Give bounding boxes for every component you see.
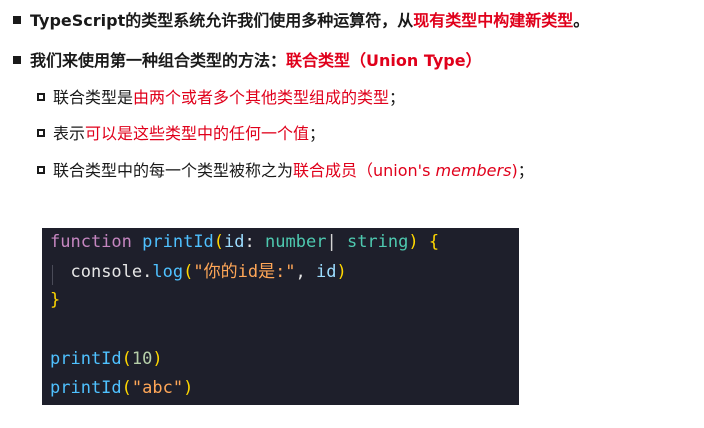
bullet-1: TypeScript的类型系统允许我们使用多种运算符，从现有类型中构建新类型。 (13, 10, 589, 32)
code-line-6: printId("abc") (50, 377, 193, 399)
code-brace-open: { (428, 232, 440, 252)
bullet-1-text: TypeScript的类型系统允许我们使用多种运算符，从 (30, 11, 414, 30)
sub-item-3-text: 联合类型中的每一个类型被称之为 (53, 161, 294, 180)
bullet-2: 我们来使用第一种组合类型的方法：联合类型（Union Type） (13, 50, 482, 72)
code-type-number: number (265, 232, 327, 252)
code-call-fn: printId (50, 349, 122, 369)
code-paren-close: ) (408, 232, 419, 252)
code-console: console (70, 262, 143, 282)
code-type-string: string (346, 232, 409, 252)
code-paren-close: ) (336, 262, 347, 282)
sub-item-1-highlight: 由两个或者多个其他类型组成的类型 (133, 88, 390, 107)
code-brace-close: } (50, 290, 61, 310)
bullet-1-highlight: 现有类型中构建新类型 (413, 11, 574, 30)
code-dot: . (142, 262, 153, 282)
code-param: id (224, 232, 245, 252)
code-arg: id (316, 262, 337, 282)
code-block: function printId(id: number| string) { c… (42, 228, 519, 405)
code-string: "你的id是:" (193, 262, 296, 282)
code-union-pipe: | (326, 232, 337, 252)
sub-item-2-text: 表示 (53, 124, 86, 143)
hollow-square-bullet-icon (37, 93, 45, 101)
code-line-3: } (50, 289, 60, 311)
hollow-square-bullet-icon (37, 129, 45, 137)
sub-item-2-highlight: 可以是这些类型中的任何一个值 (85, 124, 310, 143)
bullet-2-text: 我们来使用第一种组合类型的方法： (30, 51, 287, 70)
sub-item-3-highlight: 联合成员（union's (293, 161, 436, 180)
code-paren-open: ( (213, 232, 225, 252)
code-paren-open: ( (121, 349, 132, 369)
code-call-fn: printId (50, 378, 122, 398)
code-log-method: log (152, 262, 184, 282)
code-paren-close: ) (152, 349, 163, 369)
hollow-square-bullet-icon (37, 166, 45, 174)
code-comma: , (295, 262, 306, 282)
code-paren-close: ) (183, 378, 194, 398)
code-paren-open: ( (183, 262, 194, 282)
code-paren-open: ( (121, 378, 132, 398)
code-line-1: function printId(id: number| string) { (50, 231, 439, 253)
code-line-5: printId(10) (50, 348, 163, 370)
code-number-arg: 10 (131, 349, 153, 369)
bullet-2-highlight: 联合类型（Union Type） (286, 51, 482, 70)
sub-item-1-suffix: ； (389, 88, 406, 107)
sub-item-3-highlight-italic: members (435, 161, 512, 180)
code-keyword: function (50, 232, 132, 252)
sub-item-1-text: 联合类型是 (53, 88, 134, 107)
sub-item-1: 联合类型是由两个或者多个其他类型组成的类型； (37, 87, 405, 109)
filled-square-bullet-icon (13, 16, 21, 24)
sub-item-2: 表示可以是这些类型中的任何一个值； (37, 123, 325, 145)
code-string-arg: "abc" (131, 378, 184, 398)
sub-item-2-suffix: ； (309, 124, 326, 143)
sub-item-3-suffix: ； (517, 161, 534, 180)
code-function-name: printId (142, 232, 214, 252)
filled-square-bullet-icon (13, 56, 21, 64)
code-line-2: console.log("你的id是:", id) (50, 261, 347, 283)
sub-item-3: 联合类型中的每一个类型被称之为联合成员（union's members)； (37, 160, 534, 182)
code-colon: : (244, 232, 255, 252)
bullet-1-suffix: 。 (573, 11, 590, 30)
